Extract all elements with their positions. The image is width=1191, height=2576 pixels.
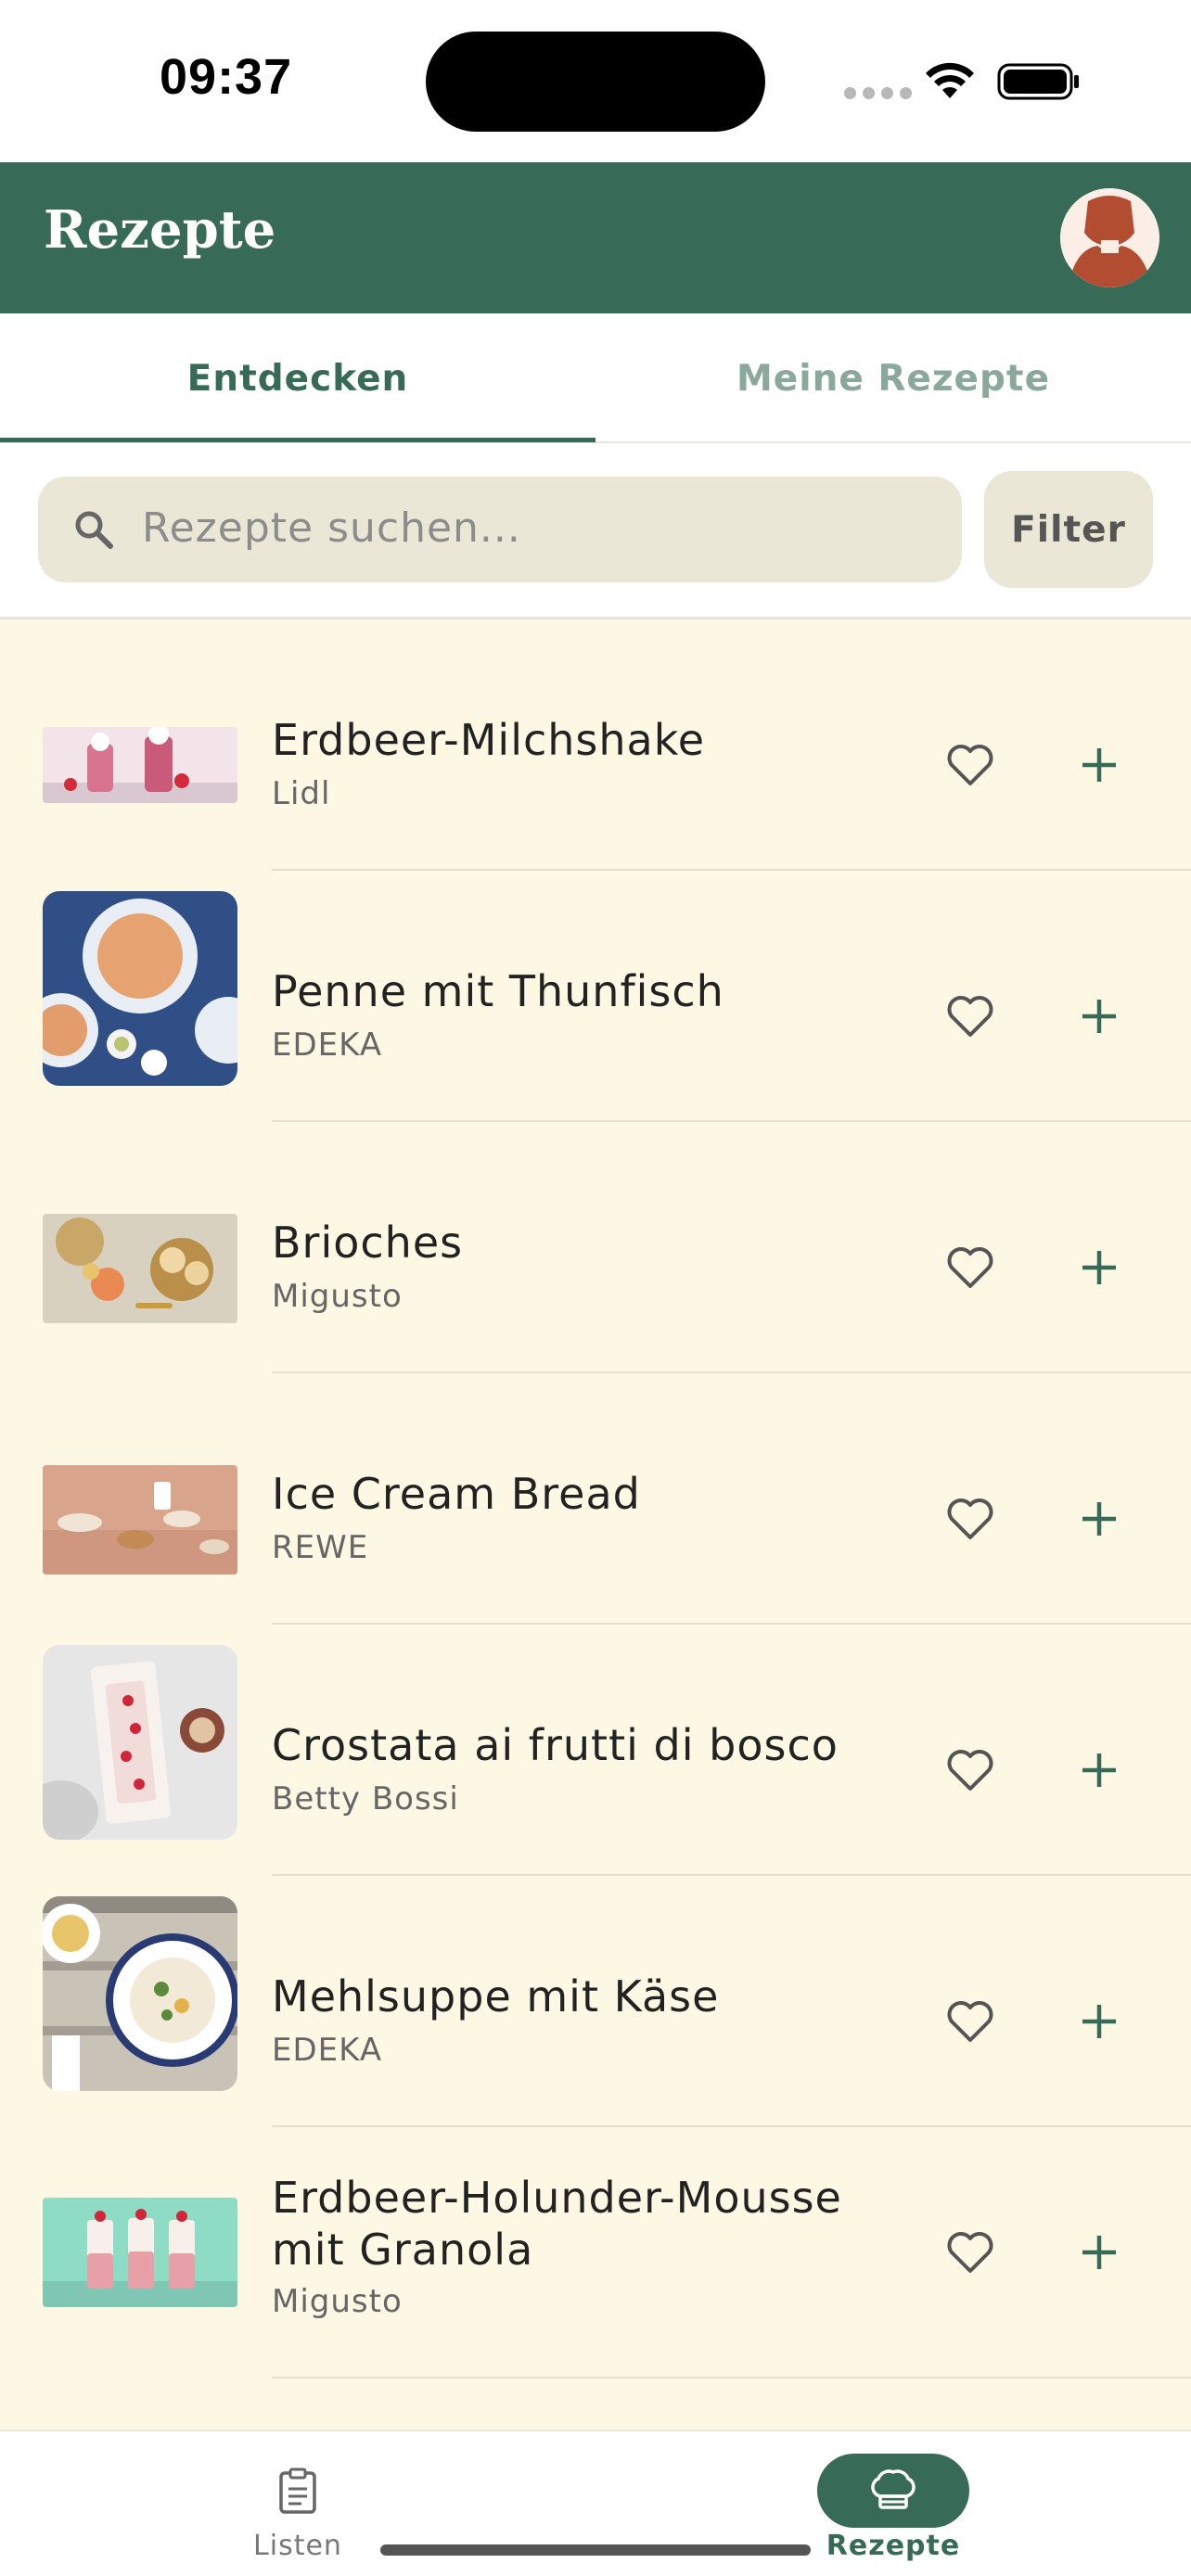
favorite-button[interactable]: [938, 1235, 1003, 1300]
list-item[interactable]: Erdbeer-Milchshake Lidl: [0, 619, 1191, 871]
home-indicator: [380, 2544, 811, 2556]
add-to-list-button[interactable]: [1067, 1738, 1132, 1803]
status-bar: 09:37: [0, 0, 1191, 162]
plus-icon: [1082, 1251, 1116, 1284]
recipe-source: Lidl: [272, 775, 331, 812]
recipe-name: Mehlsuppe mit Käse: [272, 1971, 720, 2021]
recipe-name: Erdbeer-Milchshake: [272, 715, 706, 765]
tab-bar: Entdecken Meine Rezepte: [0, 313, 1191, 443]
search-placeholder: Rezepte suchen...: [142, 504, 521, 552]
recipe-source: EDEKA: [272, 2032, 383, 2069]
favorite-button[interactable]: [938, 2220, 1003, 2285]
list-item[interactable]: Brioches Migusto: [0, 1122, 1191, 1373]
recipe-image: [43, 727, 237, 803]
favorite-button[interactable]: [938, 1486, 1003, 1551]
recipe-image: [43, 1465, 237, 1575]
dynamic-island: [426, 32, 765, 132]
heart-icon: [947, 2232, 993, 2273]
search-input[interactable]: Rezepte suchen...: [38, 477, 962, 582]
list-item[interactable]: Mehlsuppe mit Käse EDEKA: [0, 1876, 1191, 2127]
recipe-image: [43, 2198, 237, 2307]
favorite-button[interactable]: [938, 1738, 1003, 1803]
favorite-button[interactable]: [938, 984, 1003, 1049]
recipe-source: EDEKA: [272, 1027, 383, 1064]
list-item[interactable]: Penne mit Thunfisch EDEKA: [0, 871, 1191, 1122]
recipe-image: [43, 891, 237, 1086]
plus-icon: [1082, 1753, 1116, 1787]
list-item[interactable]: Ice Cream Bread REWE: [0, 1373, 1191, 1625]
page-title: Rezepte: [44, 199, 276, 261]
heart-icon: [947, 1750, 993, 1791]
add-to-list-button[interactable]: [1067, 1486, 1132, 1551]
app-header: Rezepte: [0, 162, 1191, 313]
chef-hat-icon: [871, 2469, 916, 2509]
recipe-image: [43, 1896, 237, 2091]
recipe-source: Betty Bossi: [272, 1780, 459, 1817]
avatar[interactable]: [1060, 188, 1159, 287]
favorite-button[interactable]: [938, 1989, 1003, 2054]
wifi-icon: [926, 62, 974, 98]
recipe-source: Migusto: [272, 1278, 403, 1315]
clipboard-icon: [279, 2468, 316, 2514]
heart-icon: [947, 745, 993, 785]
divider: [272, 2377, 1191, 2378]
heart-icon: [947, 2001, 993, 2042]
add-to-list-button[interactable]: [1067, 1989, 1132, 2054]
nav-icon-container-active: [817, 2454, 969, 2528]
plus-icon: [1082, 748, 1116, 782]
search-icon: [75, 511, 113, 549]
tab-entdecken[interactable]: Entdecken: [0, 313, 596, 443]
active-tab-indicator: [0, 438, 596, 442]
heart-icon: [947, 1498, 993, 1539]
recipe-name: Ice Cream Bread: [272, 1469, 641, 1519]
battery-icon: [997, 63, 1079, 100]
list-item[interactable]: Erdbeer-Holunder-Mousse mit Granola Migu…: [0, 2127, 1191, 2378]
favorite-button[interactable]: [938, 733, 1003, 797]
recipe-name: Erdbeer-Holunder-Mousse mit Granola: [272, 2173, 842, 2275]
plus-icon: [1082, 2005, 1116, 2038]
search-area: Rezepte suchen... Filter: [0, 443, 1191, 619]
list-item[interactable]: Crostata ai frutti di bosco Betty Bossi: [0, 1625, 1191, 1876]
recipe-source: REWE: [272, 1529, 369, 1566]
recipe-name: Penne mit Thunfisch: [272, 966, 724, 1016]
recipe-list: Erdbeer-Milchshake Lidl Penne mit Thunfi…: [0, 619, 1191, 2429]
user-avatar-icon: [1060, 188, 1159, 287]
status-time: 09:37: [160, 49, 293, 105]
nav-icon-container: [222, 2454, 374, 2528]
plus-icon: [1082, 2236, 1116, 2269]
recipe-source: Migusto: [272, 2283, 403, 2320]
plus-icon: [1082, 1502, 1116, 1536]
recipe-image: [43, 1645, 237, 1840]
recipe-name: Brioches: [272, 1218, 464, 1268]
filter-button[interactable]: Filter: [984, 471, 1153, 588]
add-to-list-button[interactable]: [1067, 2220, 1132, 2285]
add-to-list-button[interactable]: [1067, 733, 1132, 797]
plus-icon: [1082, 1000, 1116, 1033]
cellular-signal-icon: [844, 87, 912, 99]
heart-icon: [947, 996, 993, 1037]
recipe-name: Crostata ai frutti di bosco: [272, 1720, 839, 1770]
heart-icon: [947, 1247, 993, 1288]
add-to-list-button[interactable]: [1067, 984, 1132, 1049]
add-to-list-button[interactable]: [1067, 1235, 1132, 1300]
tab-meine-rezepte[interactable]: Meine Rezepte: [596, 313, 1191, 443]
recipe-image: [43, 1214, 237, 1323]
